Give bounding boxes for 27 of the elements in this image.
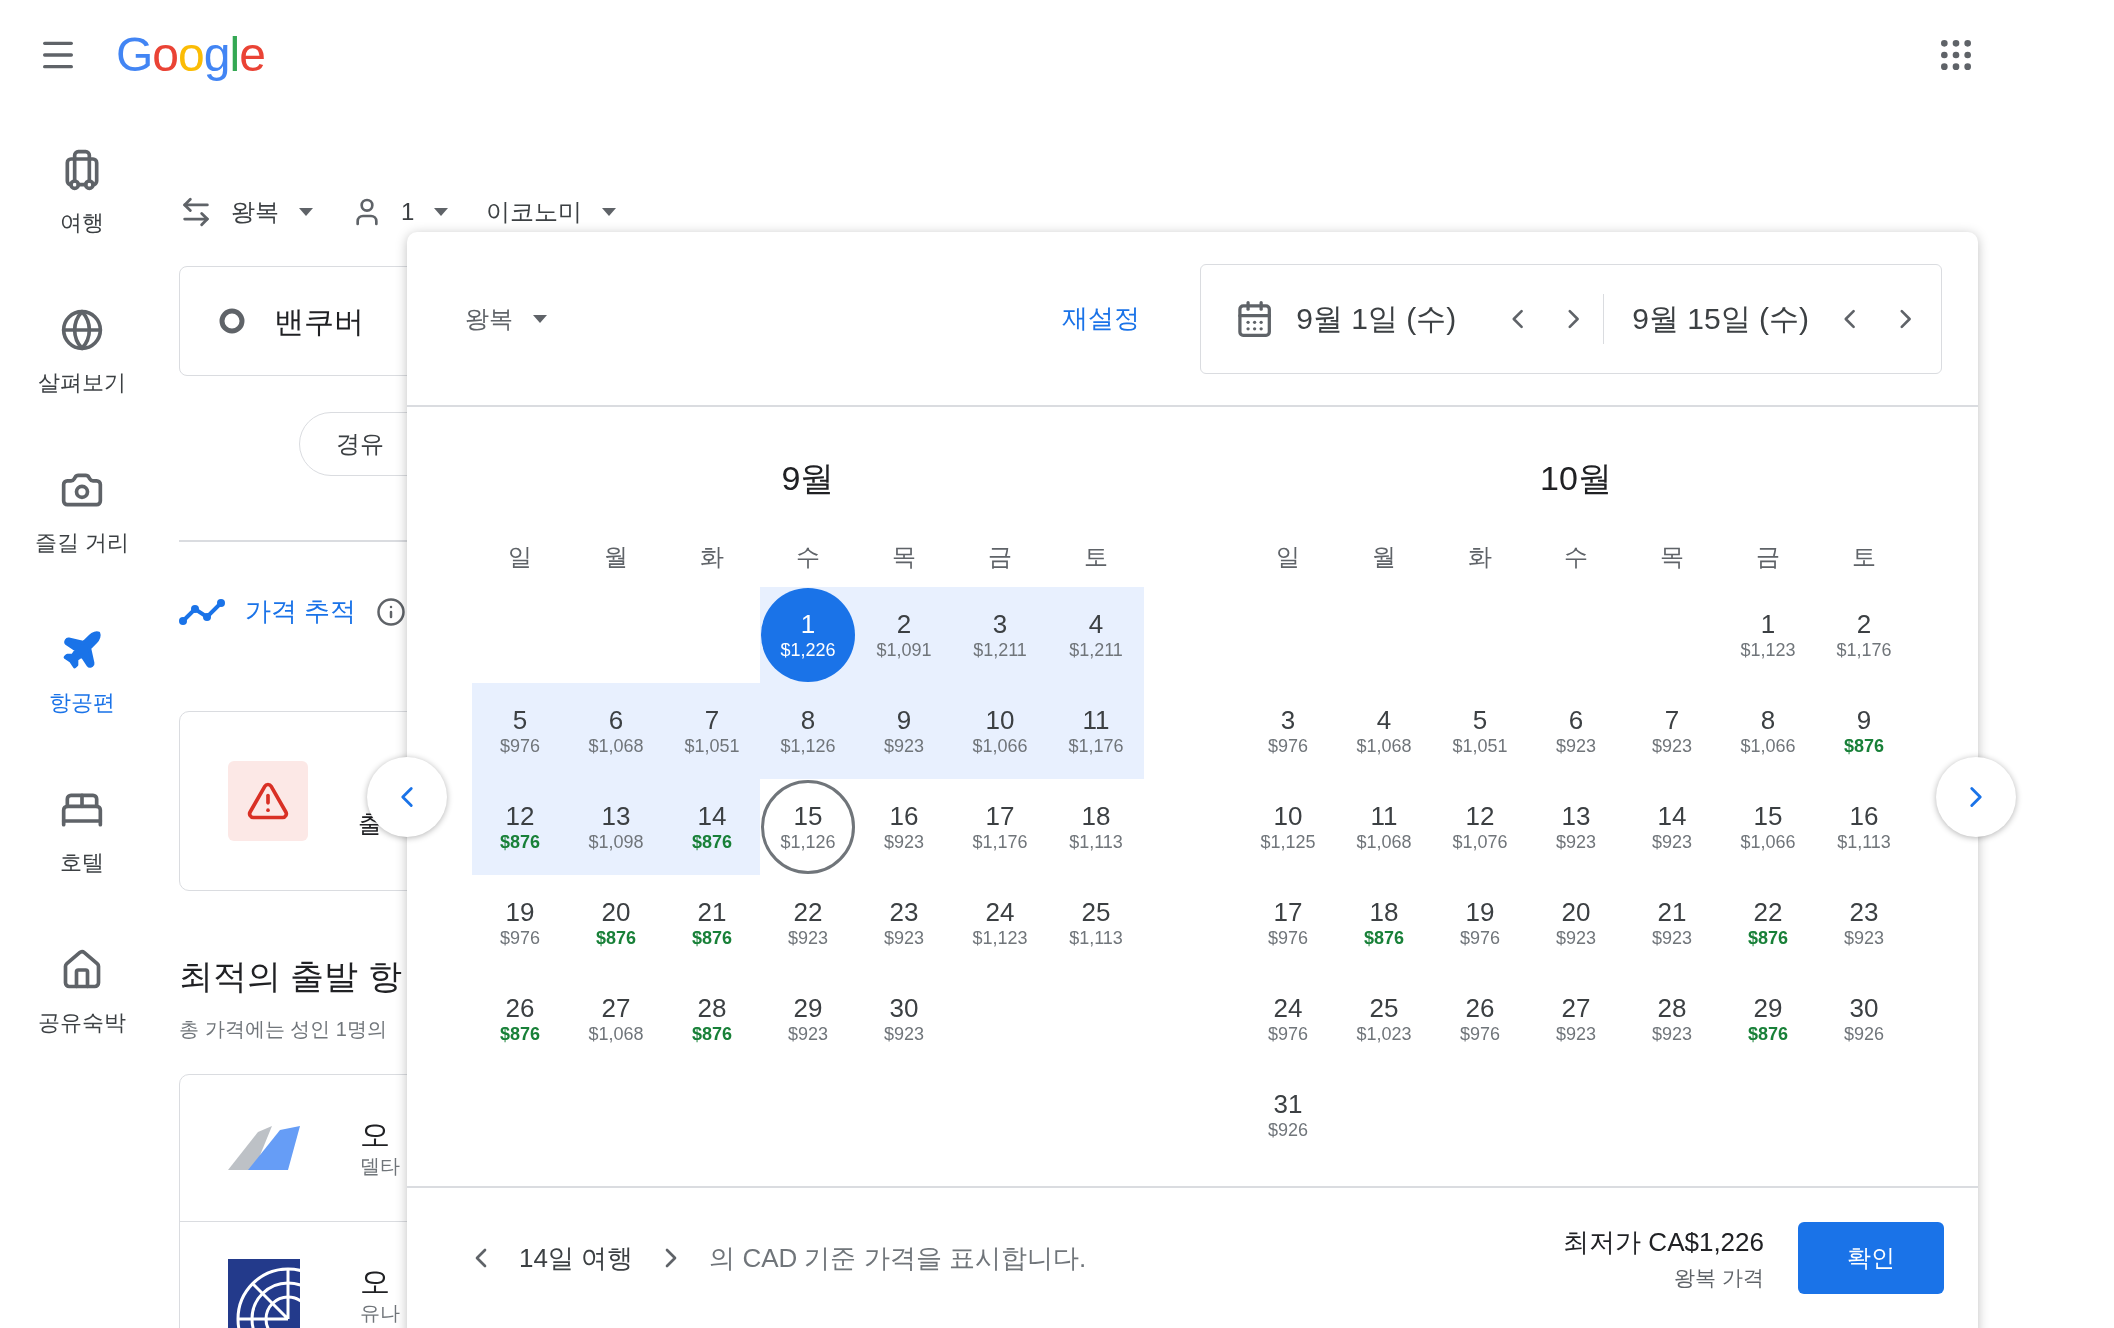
weekday-label: 목 <box>891 542 917 572</box>
weekday-label: 일 <box>507 542 533 572</box>
weekday-label: 일 <box>1275 542 1301 572</box>
lowest-price: 최저가 CA$1,226 <box>1563 1225 1764 1259</box>
weekday-label: 토 <box>1083 542 1109 572</box>
weekday-label: 수 <box>795 542 821 572</box>
weekday-label: 금 <box>987 542 1013 572</box>
google-logo: Google <box>116 27 265 83</box>
weekday-label: 월 <box>1371 542 1397 572</box>
section-heading: 최적의 출발 항 <box>179 956 402 997</box>
weekday-label: 화 <box>699 542 725 572</box>
section-note: 총 가격에는 성인 1명의 <box>179 1017 387 1042</box>
airline-name: 델타 <box>360 1154 400 1179</box>
weekday-label: 금 <box>1755 542 1781 572</box>
airline-name: 유나 <box>360 1300 400 1326</box>
month-title: 9월 <box>780 458 836 499</box>
price-basis: 왕복 가격 <box>1674 1264 1764 1291</box>
month-title: 10월 <box>1539 458 1613 499</box>
flight-time: 오 <box>360 1117 391 1153</box>
weekday-label: 화 <box>1467 542 1493 572</box>
weekday-label: 토 <box>1851 542 1877 572</box>
weekday-label: 목 <box>1659 542 1685 572</box>
weekday-label: 월 <box>603 542 629 572</box>
flight-time: 오 <box>360 1263 391 1300</box>
weekday-label: 수 <box>1563 542 1589 572</box>
price-note: 의 CAD 기준 가격을 표시합니다. <box>709 1241 1087 1275</box>
trip-length: 14일 여행 <box>519 1241 634 1275</box>
